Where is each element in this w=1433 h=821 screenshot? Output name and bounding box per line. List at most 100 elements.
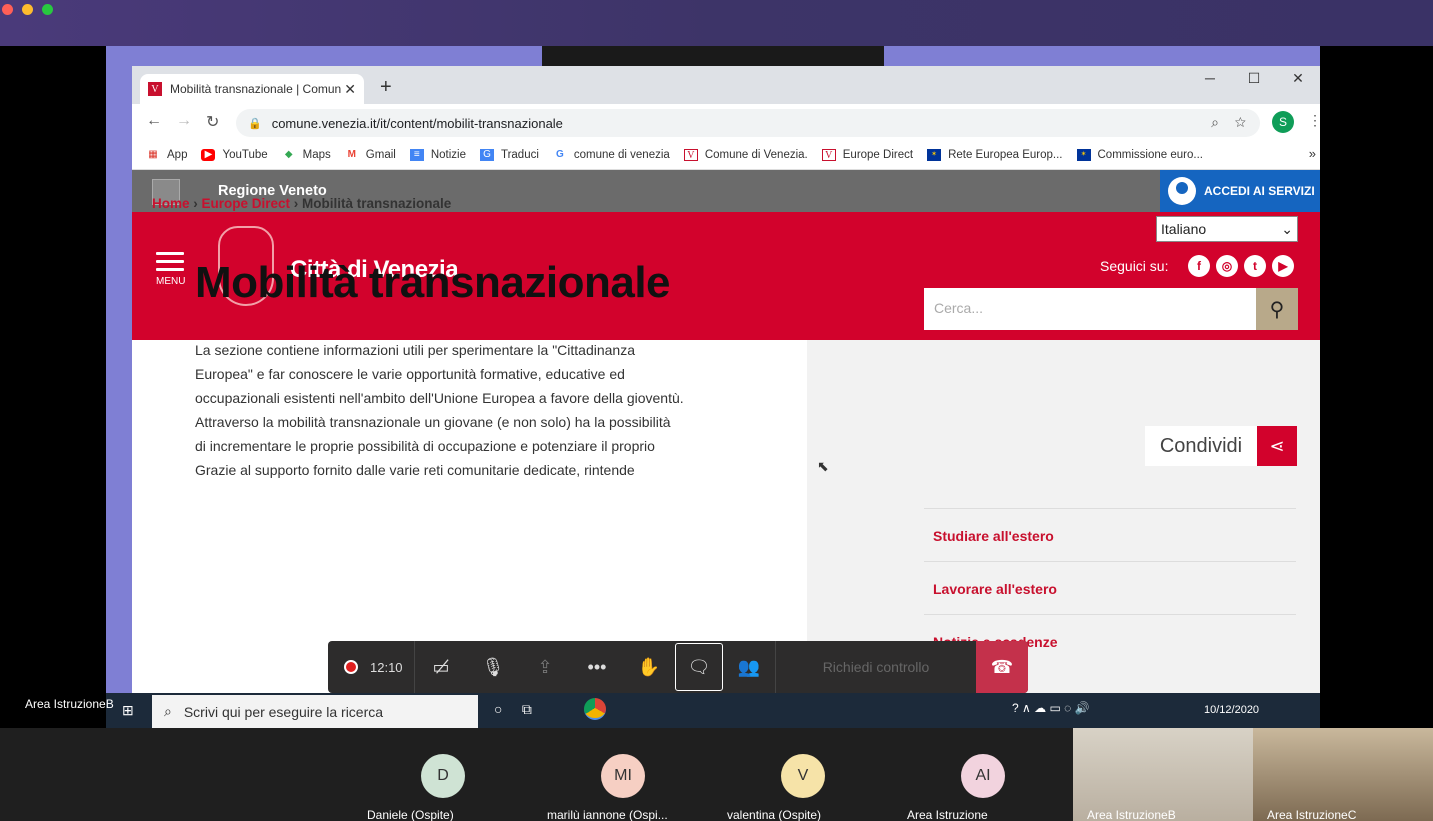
paragraph: Attraverso la mobilità transnazionale un… <box>195 414 671 454</box>
camera-off-icon[interactable]: ▭̸ <box>415 641 467 693</box>
participant-name: Daniele (Ospite) <box>367 808 454 821</box>
browser-window: V Mobilità transnazionale | Comun ✕ + ─ … <box>132 66 1320 728</box>
share-screen-icon[interactable]: ⇪ <box>519 641 571 693</box>
bookmark-youtube[interactable]: ▶ YouTube <box>201 148 268 161</box>
side-link-studiare[interactable]: Studiare all'estero <box>924 508 1296 561</box>
more-bookmarks-icon[interactable]: » <box>1309 146 1316 161</box>
star-icon[interactable]: ☆ <box>1235 114 1246 130</box>
close-tab-icon[interactable]: ✕ <box>344 81 356 98</box>
video-tile[interactable]: Area IstruzioneC <box>1253 728 1433 821</box>
participant-name: Area IstruzioneC <box>1267 808 1357 821</box>
shared-screen: V Mobilità transnazionale | Comun ✕ + ─ … <box>106 46 1320 728</box>
social-links: f ◎ t ▶ <box>1188 255 1300 277</box>
bookmark-traduci[interactable]: G Traduci <box>479 148 539 161</box>
venezia-icon: V <box>821 148 836 161</box>
zoom-window-icon[interactable] <box>42 4 53 15</box>
venezia-icon: V <box>683 148 698 161</box>
bookmark-notizie[interactable]: ≡ Notizie <box>409 148 466 161</box>
browser-tab[interactable]: V Mobilità transnazionale | Comun ✕ <box>140 74 364 104</box>
chevron-down-icon: ⌄ <box>1281 221 1293 237</box>
forward-icon[interactable]: → <box>176 112 192 130</box>
help-icon[interactable]: ? <box>1012 701 1019 715</box>
bookmark-gmail[interactable]: M Gmail <box>345 149 396 161</box>
lock-icon[interactable]: 🔒 <box>248 117 262 130</box>
youtube-icon[interactable]: ▶ <box>1272 255 1294 277</box>
participant-tile[interactable]: AI Area Istruzione <box>893 728 1073 821</box>
bookmark-comune-venezia[interactable]: V Comune di Venezia. <box>683 148 808 161</box>
new-tab-icon[interactable]: + <box>380 76 392 99</box>
search-icon[interactable]: ⚲ <box>1256 288 1298 330</box>
windows-start-icon[interactable]: ⊞ <box>122 702 134 719</box>
address-bar[interactable]: 🔒 comune.venezia.it/it/content/mobilit-t… <box>236 109 1260 137</box>
follow-label: Seguici su: <box>1100 258 1169 274</box>
meeting-controls: 12:10 ▭̸ 🎙 ⇪ ••• ✋ 🗨 👥 Richiedi controll… <box>328 641 1028 693</box>
paragraph: La sezione contiene informazioni utili p… <box>195 342 684 406</box>
share-button[interactable]: Condividi ⋖ <box>1145 426 1297 466</box>
close-window-icon[interactable] <box>2 4 13 15</box>
twitter-icon[interactable]: t <box>1244 255 1266 277</box>
bookmarks-bar: ▦ App ▶ YouTube ◆ Maps M Gmail ≡ Notizie G Tra… <box>132 140 1320 170</box>
presenter-label: Area IstruzioneB <box>25 697 114 711</box>
accedi-ai-servizi-button[interactable]: ACCEDI AI SERVIZI <box>1160 170 1320 212</box>
hang-up-icon[interactable]: ☎ <box>976 641 1028 693</box>
minimize-window-icon[interactable] <box>22 4 33 15</box>
chrome-icon[interactable] <box>584 698 606 720</box>
bookmark-commissione[interactable]: ✶ Commissione euro... <box>1076 148 1203 161</box>
bookmark-rete-europea[interactable]: ✶ Rete Europea Europ... <box>927 148 1063 161</box>
facebook-icon[interactable]: f <box>1188 255 1210 277</box>
maximize-icon[interactable]: ☐ <box>1232 70 1276 87</box>
share-label: Condividi <box>1159 434 1243 457</box>
bookmark-maps[interactable]: ◆ Maps <box>282 149 331 161</box>
gmail-icon: M <box>347 148 356 160</box>
side-link-lavorare[interactable]: Lavorare all'estero <box>924 561 1296 614</box>
back-icon[interactable]: ← <box>146 112 162 130</box>
participant-tile[interactable]: V valentina (Ospite) <box>713 728 893 821</box>
user-icon <box>1168 177 1196 205</box>
participant-tile[interactable]: MI marilù iannone (Ospi... <box>533 728 713 821</box>
tab-title: Mobilità transnazionale | Comun <box>170 82 342 96</box>
participant-name: marilù iannone (Ospi... <box>547 808 668 821</box>
menu-button[interactable]: MENU <box>156 252 185 287</box>
video-tile[interactable]: Area IstruzioneB <box>1073 728 1253 821</box>
omnibox-actions: ⌕ ☆ <box>1211 114 1246 131</box>
chat-icon[interactable]: 🗨 <box>675 643 723 691</box>
mic-off-icon[interactable]: 🎙 <box>467 641 519 693</box>
translate-icon: G <box>479 148 494 161</box>
url-text: comune.venezia.it/it/content/mobilit-tra… <box>271 115 563 131</box>
request-control-button[interactable]: Richiedi controllo <box>776 659 976 675</box>
page-body: La sezione contiene informazioni utili p… <box>195 338 685 482</box>
bookmark-europe-direct[interactable]: V Europe Direct <box>821 148 913 161</box>
taskbar-search-input[interactable]: ⌕ Scrivi qui per eseguire la ricerca <box>152 695 478 728</box>
breadcrumb-home[interactable]: Home <box>152 196 190 211</box>
bookmark-app[interactable]: ▦ App <box>146 149 187 161</box>
google-icon: G <box>556 148 564 160</box>
bookmark-comune-search[interactable]: Gcomune di venezia <box>553 149 670 161</box>
meeting-timer: 12:10 <box>370 659 403 675</box>
participant-tile[interactable]: D Daniele (Ospite) <box>353 728 533 821</box>
mouse-cursor-icon: ⬉ <box>817 458 829 474</box>
participants-icon[interactable]: 👥 <box>723 641 775 693</box>
recording-icon <box>344 660 358 674</box>
participant-name: valentina (Ospite) <box>727 808 822 821</box>
menu-dots-icon[interactable]: ⋮ <box>1308 112 1320 129</box>
site-search-input[interactable]: Cerca... <box>924 288 1256 330</box>
window-controls: ─ ☐ ✕ <box>1188 70 1320 87</box>
zoom-icon[interactable]: ⌕ <box>1211 114 1219 130</box>
participant-name: Area Istruzione <box>907 808 988 821</box>
task-view-icon[interactable]: ⧉ <box>522 701 532 717</box>
minimize-icon[interactable]: ─ <box>1188 70 1232 87</box>
paragraph: Grazie al supporto fornito dalle varie r… <box>195 462 635 478</box>
close-icon[interactable]: ✕ <box>1276 70 1320 87</box>
more-actions-icon[interactable]: ••• <box>571 641 623 693</box>
language-select[interactable]: Italiano ⌄ <box>1156 216 1298 242</box>
desktop-wallpaper-strip <box>542 46 884 66</box>
reload-icon[interactable]: ↻ <box>206 112 219 132</box>
cortana-icon[interactable]: ○ <box>494 701 502 717</box>
venezia-favicon-icon: V <box>148 82 162 96</box>
instagram-icon[interactable]: ◎ <box>1216 255 1238 277</box>
breadcrumb: Home › Europe Direct › Mobilità transnaz… <box>152 196 452 211</box>
profile-avatar[interactable]: S <box>1272 111 1294 133</box>
youtube-icon: ▶ <box>201 148 216 161</box>
raise-hand-icon[interactable]: ✋ <box>623 641 675 693</box>
breadcrumb-europe-direct[interactable]: Europe Direct <box>202 196 291 211</box>
